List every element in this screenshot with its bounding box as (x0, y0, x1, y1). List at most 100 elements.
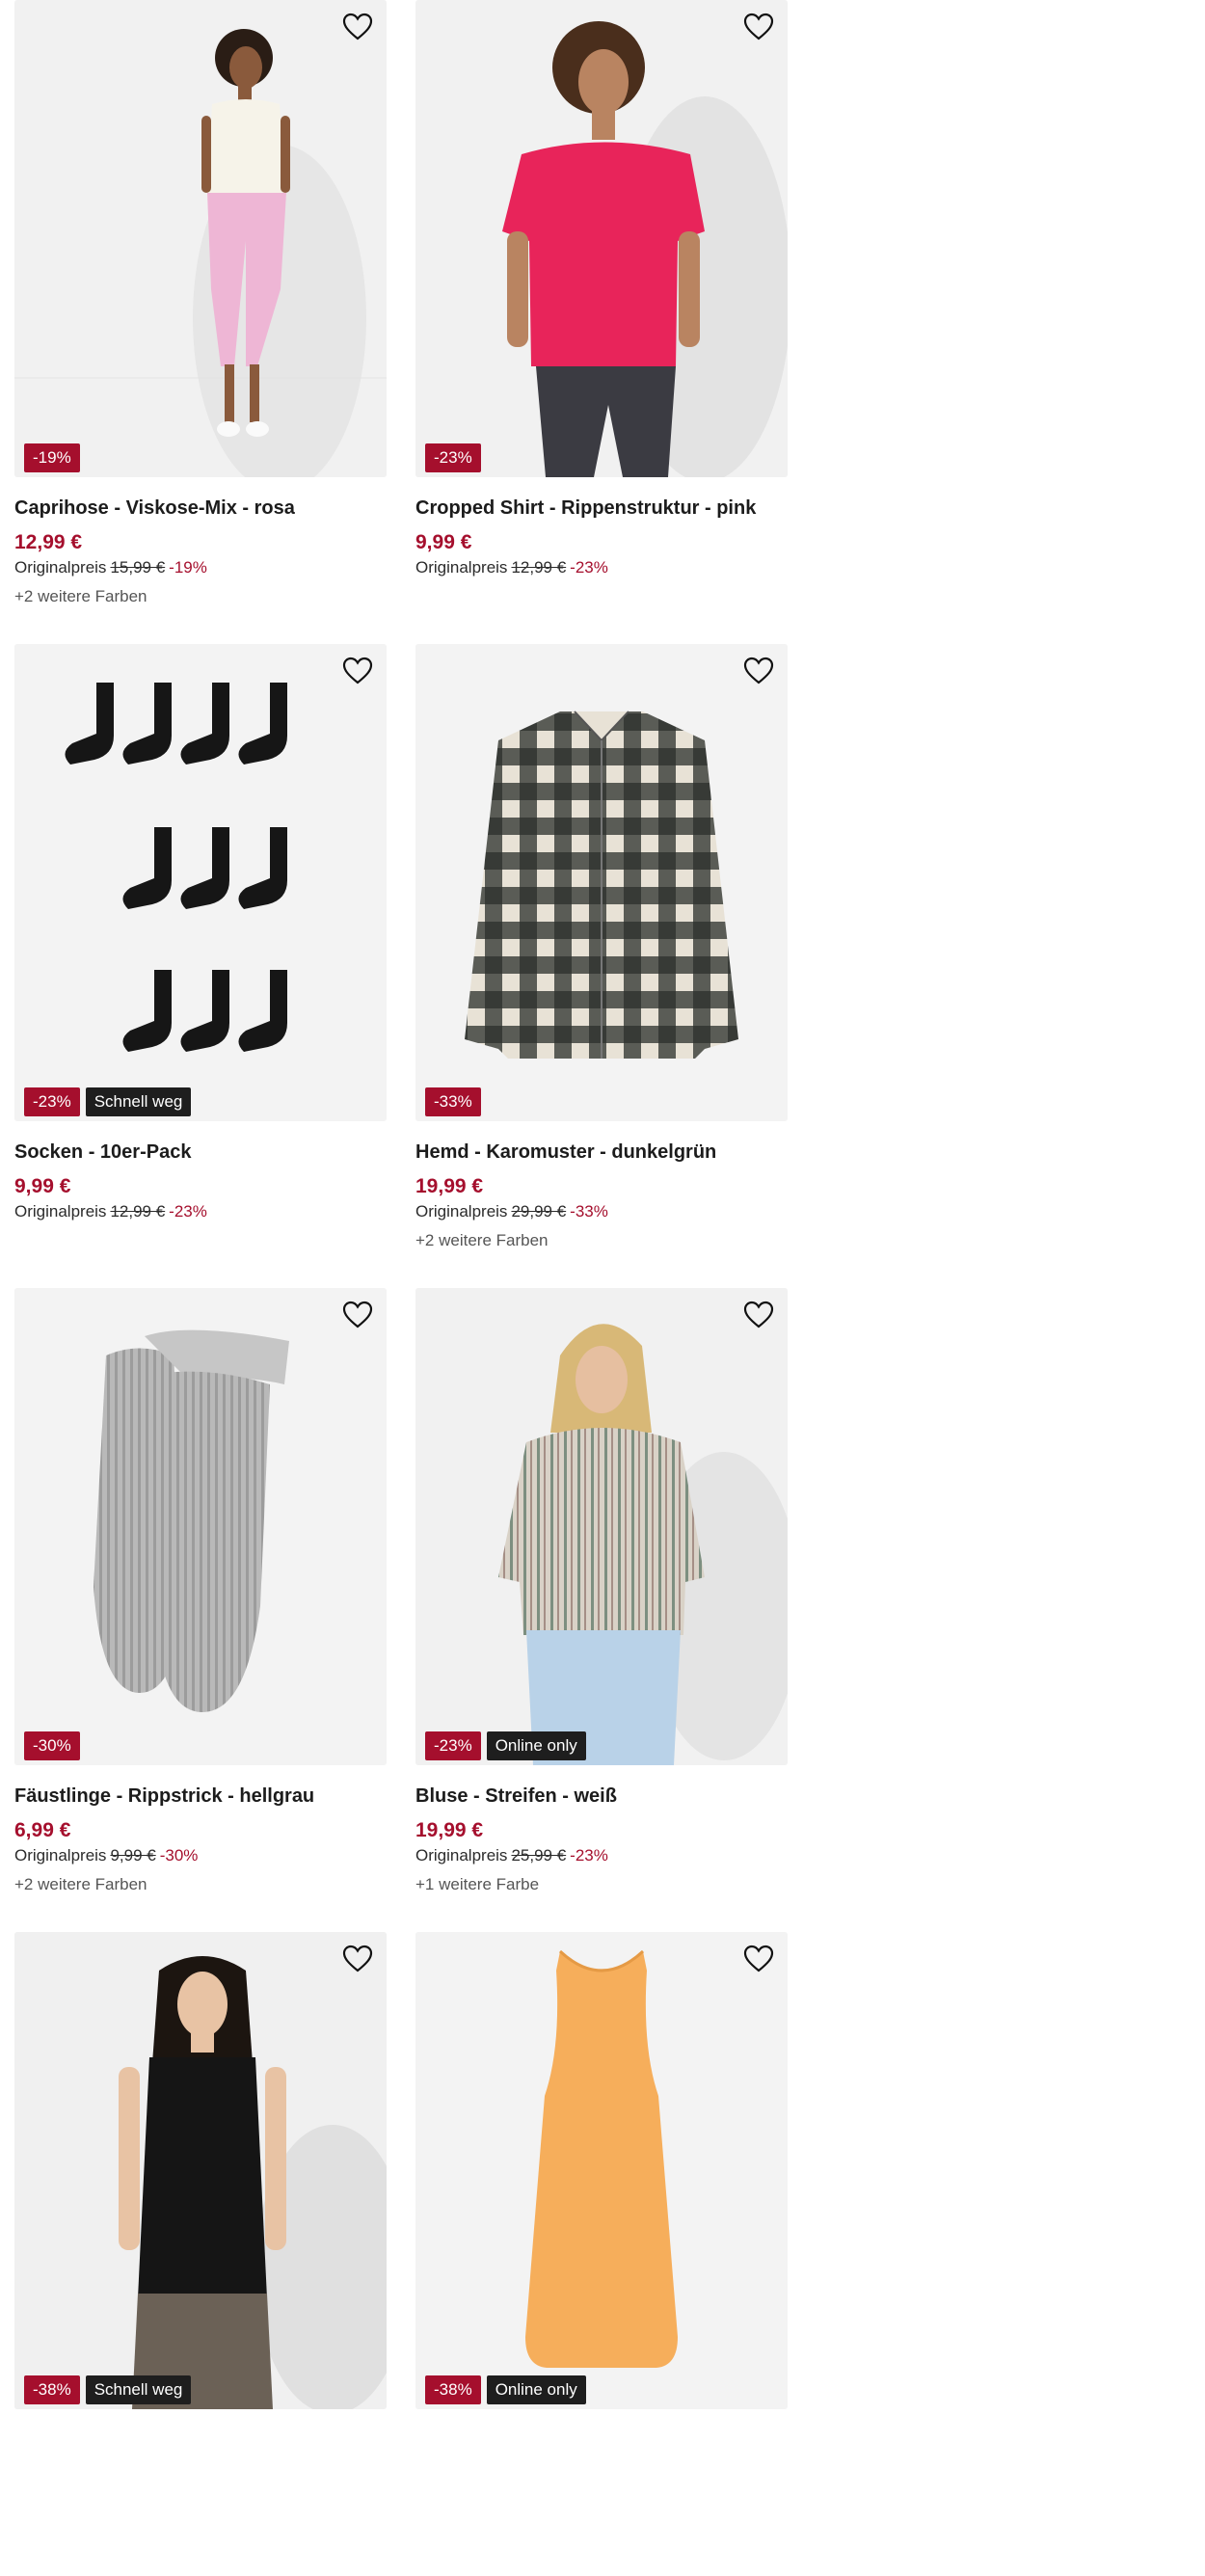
discount-percent: -23% (570, 558, 608, 577)
product-card[interactable]: -23% Schnell weg Socken - 10er-Pack 9,99… (14, 644, 387, 1288)
sale-price: 9,99 € (14, 1175, 71, 1197)
original-price-label: Originalpreis (14, 1202, 107, 1221)
wishlist-button[interactable] (741, 1942, 776, 1976)
wishlist-button[interactable] (741, 1298, 776, 1332)
badge-group: -19% (24, 443, 80, 472)
heart-icon (743, 1301, 774, 1328)
heart-icon (342, 13, 373, 40)
wishlist-button[interactable] (741, 10, 776, 44)
sale-price: 9,99 € (415, 531, 472, 553)
original-price-label: Originalpreis (415, 1202, 508, 1221)
wishlist-button[interactable] (340, 1298, 375, 1332)
product-name[interactable]: Hemd - Karomuster - dunkelgrün (415, 1140, 788, 1164)
discount-badge: -23% (24, 1087, 80, 1116)
product-name[interactable]: Caprihose - Viskose-Mix - rosa (14, 496, 387, 520)
discount-badge: -23% (425, 443, 481, 472)
product-photo (415, 0, 788, 477)
original-price-line: Originalpreis 25,99 € -23% (415, 1845, 788, 1866)
original-price: 12,99 € (511, 558, 567, 577)
product-image[interactable]: -30% (14, 1288, 387, 1765)
product-name[interactable]: Bluse - Streifen - weiß (415, 1784, 788, 1808)
product-photo (14, 0, 387, 477)
more-colors-link[interactable]: +2 weitere Farben (415, 1230, 788, 1251)
discount-percent: -33% (570, 1202, 608, 1221)
discount-badge: -23% (425, 1731, 481, 1760)
product-grid: -19% Caprihose - Viskose-Mix - rosa 12,9… (14, 0, 788, 2576)
original-price-label: Originalpreis (14, 558, 107, 577)
heart-icon (743, 657, 774, 684)
discount-badge: -33% (425, 1087, 481, 1116)
discount-percent: -23% (169, 1202, 207, 1221)
sale-price: 19,99 € (415, 1175, 484, 1197)
product-image[interactable]: -23% Online only (415, 1288, 788, 1765)
heart-icon (743, 1945, 774, 1972)
status-badge: Schnell weg (85, 2375, 192, 2404)
more-colors-link[interactable]: +2 weitere Farben (14, 586, 387, 607)
badge-group: -23% Schnell weg (24, 1087, 192, 1116)
sale-price: 12,99 € (14, 531, 83, 553)
sale-price: 19,99 € (415, 1819, 484, 1841)
discount-badge: -30% (24, 1731, 80, 1760)
heart-icon (342, 657, 373, 684)
more-colors-link[interactable]: +1 weitere Farbe (415, 1874, 788, 1895)
original-price: 15,99 € (110, 558, 166, 577)
discount-badge: -19% (24, 443, 80, 472)
original-price: 9,99 € (110, 1846, 156, 1865)
product-image[interactable]: -23% (415, 0, 788, 477)
product-photo (14, 644, 387, 1121)
product-photo (14, 1288, 387, 1765)
original-price-label: Originalpreis (14, 1846, 107, 1865)
more-colors-link[interactable]: +2 weitere Farben (14, 1874, 387, 1895)
original-price-line: Originalpreis 12,99 € -23% (14, 1201, 387, 1222)
discount-percent: -19% (169, 558, 207, 577)
product-card[interactable]: -23% Cropped Shirt - Rippenstruktur - pi… (415, 0, 788, 644)
original-price-label: Originalpreis (415, 1846, 508, 1865)
product-name[interactable]: Cropped Shirt - Rippenstruktur - pink (415, 496, 788, 520)
product-card[interactable]: -19% Caprihose - Viskose-Mix - rosa 12,9… (14, 0, 387, 644)
product-card[interactable]: -30% Fäustlinge - Rippstrick - hellgrau … (14, 1288, 387, 1932)
discount-badge: -38% (24, 2375, 80, 2404)
original-price: 12,99 € (110, 1202, 166, 1221)
product-photo (14, 1932, 387, 2409)
original-price: 25,99 € (511, 1846, 567, 1865)
product-photo (415, 1932, 788, 2409)
product-photo (415, 1288, 788, 1765)
wishlist-button[interactable] (340, 10, 375, 44)
badge-group: -33% (425, 1087, 481, 1116)
badge-group: -30% (24, 1731, 80, 1760)
heart-icon (342, 1945, 373, 1972)
wishlist-button[interactable] (340, 1942, 375, 1976)
discount-badge: -38% (425, 2375, 481, 2404)
wishlist-button[interactable] (741, 654, 776, 688)
product-card[interactable]: -23% Online only Bluse - Streifen - weiß… (415, 1288, 788, 1932)
product-image[interactable]: -33% (415, 644, 788, 1121)
status-badge: Online only (486, 1731, 586, 1760)
heart-icon (342, 1301, 373, 1328)
product-image[interactable]: -38% Online only (415, 1932, 788, 2409)
original-price-line: Originalpreis 29,99 € -33% (415, 1201, 788, 1222)
badge-group: -23% (425, 443, 481, 472)
badge-group: -23% Online only (425, 1731, 586, 1760)
product-image[interactable]: -19% (14, 0, 387, 477)
status-badge: Online only (486, 2375, 586, 2404)
heart-icon (743, 13, 774, 40)
product-name[interactable]: Fäustlinge - Rippstrick - hellgrau (14, 1784, 387, 1808)
product-card[interactable]: -38% Schnell weg (14, 1932, 387, 2576)
original-price-line: Originalpreis 9,99 € -30% (14, 1845, 387, 1866)
product-card[interactable]: -38% Online only (415, 1932, 788, 2576)
status-badge: Schnell weg (85, 1087, 192, 1116)
original-price-line: Originalpreis 12,99 € -23% (415, 557, 788, 578)
badge-group: -38% Online only (425, 2375, 586, 2404)
badge-group: -38% Schnell weg (24, 2375, 192, 2404)
original-price-label: Originalpreis (415, 558, 508, 577)
discount-percent: -23% (570, 1846, 608, 1865)
original-price: 29,99 € (511, 1202, 567, 1221)
product-photo (415, 644, 788, 1121)
sale-price: 6,99 € (14, 1819, 71, 1841)
discount-percent: -30% (159, 1846, 199, 1865)
product-name[interactable]: Socken - 10er-Pack (14, 1140, 387, 1164)
product-card[interactable]: -33% Hemd - Karomuster - dunkelgrün 19,9… (415, 644, 788, 1288)
wishlist-button[interactable] (340, 654, 375, 688)
product-image[interactable]: -38% Schnell weg (14, 1932, 387, 2409)
product-image[interactable]: -23% Schnell weg (14, 644, 387, 1121)
